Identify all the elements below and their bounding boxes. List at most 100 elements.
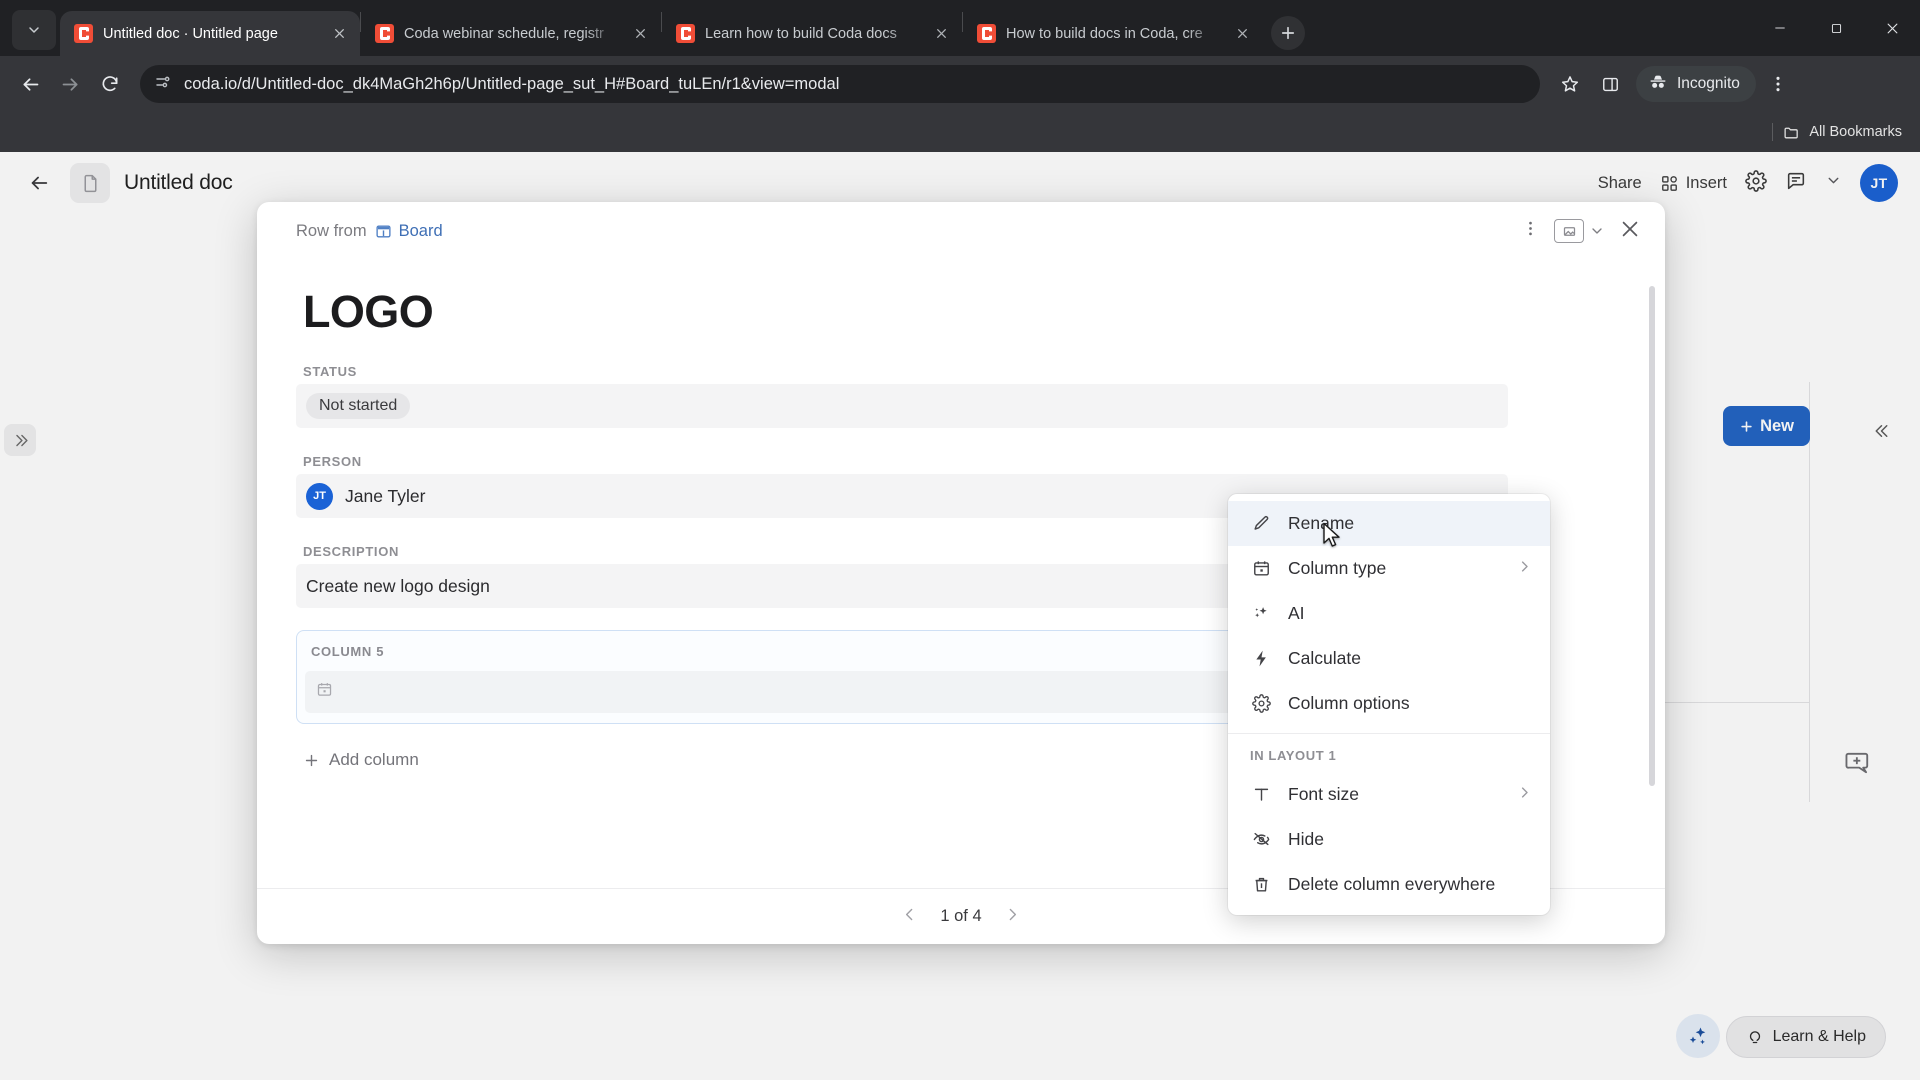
- chevron-down-icon: [1592, 228, 1602, 234]
- window-controls: [1752, 0, 1920, 56]
- address-bar[interactable]: coda.io/d/Untitled-doc_dk4MaGh2h6p/Untit…: [140, 65, 1540, 103]
- chevron-right-icon: [1009, 908, 1016, 920]
- tab-close-icon[interactable]: [328, 23, 350, 45]
- breadcrumb: Row from Board: [296, 222, 443, 241]
- window-close-button[interactable]: [1864, 5, 1920, 51]
- menu-item-ai[interactable]: AI: [1228, 591, 1550, 636]
- menu-item-label: Column options: [1288, 693, 1410, 713]
- menu-item-label: AI: [1288, 603, 1305, 623]
- menu-item-rename[interactable]: Rename: [1228, 501, 1550, 546]
- breadcrumb-table-link[interactable]: Board: [375, 222, 443, 241]
- menu-item-label: Column type: [1288, 558, 1387, 578]
- modal-header-actions: [1521, 218, 1641, 245]
- incognito-indicator[interactable]: Incognito: [1636, 66, 1756, 102]
- all-bookmarks-label: All Bookmarks: [1809, 124, 1902, 140]
- coda-favicon-icon: [74, 24, 93, 43]
- field-status: STATUS Not started: [296, 364, 1625, 428]
- new-tab-button[interactable]: [1271, 16, 1305, 50]
- person-name: Jane Tyler: [345, 485, 426, 506]
- browser-toolbar: coda.io/d/Untitled-doc_dk4MaGh2h6p/Untit…: [0, 56, 1920, 112]
- site-settings-icon[interactable]: [154, 73, 172, 96]
- window-minimize-button[interactable]: [1752, 5, 1808, 51]
- menu-item-label: Delete column everywhere: [1288, 874, 1496, 894]
- eye-off-icon: [1250, 830, 1272, 849]
- bookmarks-bar: All Bookmarks: [0, 112, 1920, 152]
- tab-search-button[interactable]: [12, 10, 56, 50]
- menu-item-label: Font size: [1288, 784, 1359, 804]
- all-bookmarks-button[interactable]: All Bookmarks: [1783, 124, 1902, 141]
- tab-close-icon[interactable]: [629, 23, 651, 45]
- column-context-menu: Rename Column type AI Calculate Column o…: [1228, 494, 1550, 915]
- mouse-cursor: [1322, 522, 1342, 550]
- coda-favicon-icon: [676, 24, 695, 43]
- window-maximize-button[interactable]: [1808, 5, 1864, 51]
- modal-close-button[interactable]: [1619, 218, 1641, 245]
- tab-close-icon[interactable]: [1231, 23, 1253, 45]
- chevron-left-icon: [906, 908, 913, 920]
- next-row-button[interactable]: [1004, 906, 1021, 928]
- bookmarks-divider: [1772, 123, 1774, 141]
- incognito-label: Incognito: [1677, 75, 1740, 92]
- menu-item-hide[interactable]: Hide: [1228, 817, 1550, 862]
- row-title[interactable]: LOGO: [303, 286, 1625, 338]
- plus-icon: [305, 754, 318, 766]
- calendar-icon: [1250, 559, 1272, 578]
- trash-icon: [1250, 875, 1272, 894]
- lightning-icon: [1250, 649, 1272, 668]
- browser-tab-1[interactable]: Coda webinar schedule, registr: [361, 11, 661, 56]
- text-size-icon: [1250, 785, 1272, 804]
- side-panel-icon[interactable]: [1592, 66, 1628, 102]
- add-column-label: Add column: [329, 750, 419, 769]
- modal-header: Row from Board: [257, 202, 1665, 260]
- menu-item-calculate[interactable]: Calculate: [1228, 636, 1550, 681]
- tab-title: Learn how to build Coda docs: [705, 25, 897, 42]
- forward-arrow-icon[interactable]: [52, 66, 88, 102]
- tab-close-icon[interactable]: [930, 23, 952, 45]
- status-badge: Not started: [306, 393, 411, 419]
- tab-title: How to build docs in Coda, cre: [1006, 25, 1203, 42]
- menu-item-label: Calculate: [1288, 648, 1361, 668]
- layout-icon: [1554, 219, 1584, 243]
- menu-item-label: Hide: [1288, 829, 1324, 849]
- pagination-label: 1 of 4: [940, 907, 982, 925]
- menu-section-label: IN LAYOUT 1: [1250, 748, 1337, 763]
- three-dot-menu-icon[interactable]: [1760, 66, 1796, 102]
- back-arrow-icon[interactable]: [12, 66, 48, 102]
- description-text: Create new logo design: [306, 575, 490, 596]
- sparkles-icon: [1250, 604, 1272, 623]
- field-label: PERSON: [303, 454, 362, 469]
- incognito-icon: [1648, 72, 1668, 97]
- previous-row-button[interactable]: [901, 906, 918, 928]
- modal-scrollbar[interactable]: [1649, 286, 1655, 786]
- chevron-right-icon: [1517, 558, 1532, 579]
- menu-item-delete-column-everywhere[interactable]: Delete column everywhere: [1228, 862, 1550, 907]
- table-icon: [376, 225, 391, 237]
- layout-selector[interactable]: [1554, 219, 1605, 243]
- browser-tab-2[interactable]: Learn how to build Coda docs: [662, 11, 962, 56]
- browser-tab-0[interactable]: Untitled doc · Untitled page: [60, 11, 360, 56]
- menu-item-column-options[interactable]: Column options: [1228, 681, 1550, 726]
- coda-favicon-icon: [375, 24, 394, 43]
- tab-title: Untitled doc · Untitled page: [103, 25, 278, 42]
- folder-icon: [1784, 127, 1799, 138]
- field-label: STATUS: [303, 364, 357, 379]
- gear-icon: [1250, 694, 1272, 713]
- browser-window: Untitled doc · Untitled page Coda webina…: [0, 0, 1920, 1080]
- breadcrumb-prefix: Row from: [296, 221, 367, 240]
- pencil-icon: [1250, 514, 1272, 533]
- person-avatar: JT: [306, 482, 333, 510]
- address-bar-url: coda.io/d/Untitled-doc_dk4MaGh2h6p/Untit…: [184, 74, 840, 93]
- tab-strip: Untitled doc · Untitled page Coda webina…: [0, 0, 1920, 56]
- star-icon[interactable]: [1552, 66, 1588, 102]
- field-label: COLUMN 5: [311, 643, 385, 659]
- calendar-icon: [316, 681, 333, 703]
- modal-more-options-icon[interactable]: [1521, 219, 1540, 243]
- menu-item-font-size[interactable]: Font size: [1228, 772, 1550, 817]
- browser-tab-3[interactable]: How to build docs in Coda, cre: [963, 11, 1263, 56]
- reload-icon[interactable]: [92, 66, 128, 102]
- tab-title: Coda webinar schedule, registr: [404, 25, 604, 42]
- menu-item-column-type[interactable]: Column type: [1228, 546, 1550, 591]
- breadcrumb-table-label: Board: [398, 221, 443, 240]
- field-value-status[interactable]: Not started: [296, 384, 1508, 428]
- coda-favicon-icon: [977, 24, 996, 43]
